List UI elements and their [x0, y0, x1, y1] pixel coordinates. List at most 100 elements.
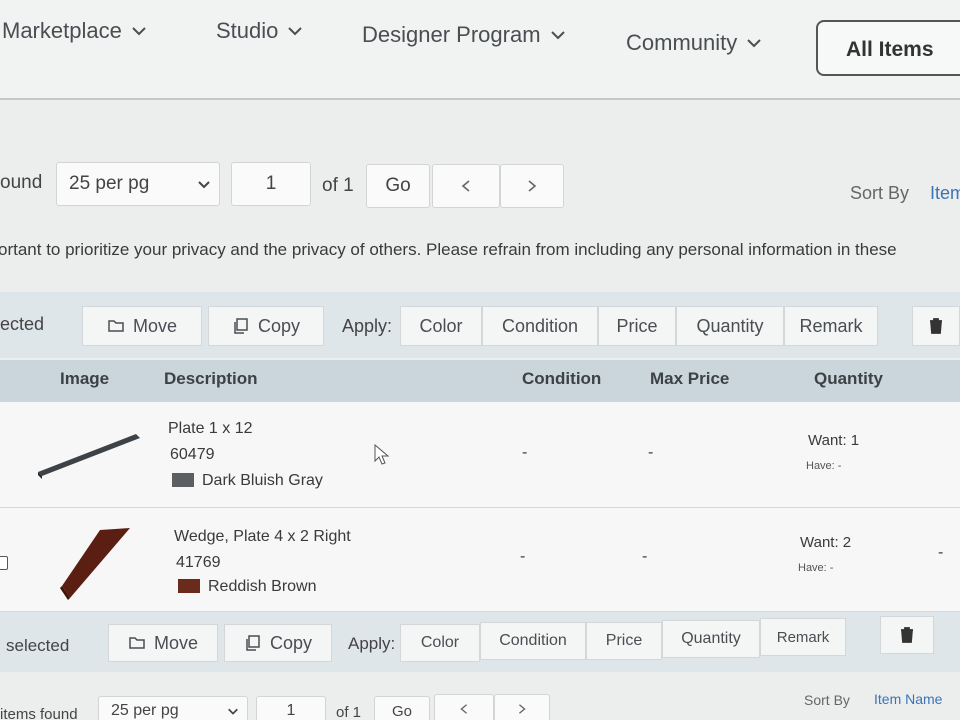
per-page-select[interactable]: 25 per pg	[98, 696, 248, 720]
go-label: Go	[391, 702, 412, 720]
go-label: Go	[385, 175, 411, 196]
copy-label: Copy	[269, 632, 313, 653]
apply-color-button[interactable]: Color	[400, 306, 482, 346]
prev-page-button[interactable]	[434, 694, 494, 720]
delete-button[interactable]	[880, 616, 934, 654]
apply-label: Apply:	[342, 316, 393, 336]
color-swatch	[178, 579, 200, 593]
apply-condition-label: Condition	[501, 315, 579, 336]
bottom-action-toolbar: selected Move Copy Apply: Color Conditio…	[0, 612, 960, 672]
nav-marketplace[interactable]: Marketplace	[2, 18, 148, 44]
apply-color-label: Color	[420, 634, 460, 651]
mouse-cursor-icon	[374, 444, 390, 465]
part-color: Dark Bluish Gray	[172, 472, 323, 490]
apply-remark-button[interactable]: Remark	[760, 618, 846, 656]
col-condition: Condition	[522, 369, 602, 388]
delete-button[interactable]	[912, 306, 960, 346]
part-name: Plate 1 x 12	[168, 420, 253, 437]
chevron-left-icon	[461, 180, 470, 192]
apply-price-label: Price	[616, 315, 658, 336]
page-number-value: 1	[265, 173, 277, 194]
privacy-notice: ortant to prioritize your privacy and th…	[0, 240, 897, 259]
nav-community[interactable]: Community	[626, 30, 763, 56]
move-button[interactable]: Move	[82, 306, 202, 346]
all-items-label: All Items	[846, 38, 934, 61]
go-button[interactable]: Go	[366, 164, 430, 208]
items-found-label: ound	[0, 172, 43, 193]
page-number-value: 1	[286, 702, 296, 719]
have-quantity: Have: -	[798, 562, 834, 574]
next-page-button[interactable]	[494, 694, 550, 720]
max-price-value: -	[648, 444, 654, 461]
selected-count-label: ected	[0, 314, 45, 334]
have-quantity: Have: -	[806, 460, 842, 472]
apply-quantity-label: Quantity	[696, 315, 764, 336]
copy-button[interactable]: Copy	[208, 306, 324, 346]
apply-color-button[interactable]: Color	[400, 624, 480, 662]
apply-price-button[interactable]: Price	[598, 306, 676, 346]
color-swatch	[172, 473, 194, 487]
trash-icon	[930, 318, 942, 334]
sort-by-value[interactable]: Item Name	[874, 691, 942, 707]
copy-button[interactable]: Copy	[224, 624, 332, 662]
col-description: Description	[164, 369, 258, 388]
move-button[interactable]: Move	[108, 624, 218, 662]
apply-quantity-label: Quantity	[681, 630, 741, 647]
next-page-button[interactable]	[500, 164, 564, 208]
page-number-input[interactable]: 1	[231, 162, 311, 206]
chevron-down-icon	[132, 27, 146, 36]
apply-quantity-button[interactable]: Quantity	[662, 620, 760, 658]
chevron-down-icon	[198, 181, 210, 189]
per-page-value: 25 per pg	[111, 702, 179, 719]
part-number-link[interactable]: 60479	[170, 446, 215, 464]
col-image: Image	[60, 369, 110, 388]
apply-price-button[interactable]: Price	[586, 622, 662, 660]
folder-icon	[108, 320, 124, 332]
want-quantity: Want: 2	[800, 534, 852, 551]
nav-studio[interactable]: Studio	[216, 18, 304, 44]
sort-by-label: Sort By	[804, 692, 850, 708]
go-button[interactable]: Go	[374, 696, 430, 720]
apply-quantity-button[interactable]: Quantity	[676, 306, 784, 346]
table-header: Image Description Condition Max Price Qu…	[0, 360, 960, 402]
part-number-link[interactable]: 41769	[176, 554, 221, 572]
chevron-down-icon	[550, 31, 565, 40]
apply-condition-label: Condition	[499, 632, 567, 649]
items-found-label: items found	[0, 706, 78, 720]
apply-condition-button[interactable]: Condition	[480, 622, 586, 660]
all-items-dropdown[interactable]: All Items	[816, 20, 960, 76]
apply-remark-label: Remark	[776, 628, 830, 646]
sort-by-value[interactable]: Item	[930, 183, 960, 204]
nav-designer-program[interactable]: Designer Program	[362, 22, 567, 48]
sort-by-label: Sort By	[850, 183, 910, 203]
chevron-down-icon	[747, 39, 761, 48]
move-label: Move	[132, 315, 177, 336]
trash-icon	[901, 627, 913, 643]
row-checkbox[interactable]	[0, 556, 8, 570]
apply-label: Apply:	[348, 634, 396, 653]
table-row[interactable]: Wedge, Plate 4 x 2 Right 41769 Reddish B…	[0, 508, 960, 612]
top-navigation: Marketplace Studio Designer Program Comm…	[0, 0, 960, 100]
max-price-value: -	[642, 548, 648, 565]
top-action-toolbar: ected Move Copy Apply: Color Condition P…	[0, 292, 960, 358]
move-label: Move	[153, 632, 198, 653]
chevron-right-icon	[528, 180, 537, 192]
chevron-down-icon	[288, 27, 303, 36]
apply-remark-button[interactable]: Remark	[784, 306, 878, 346]
per-page-select[interactable]: 25 per pg	[56, 162, 220, 206]
apply-color-label: Color	[419, 315, 463, 336]
col-quantity: Quantity	[814, 369, 883, 388]
table-row[interactable]: Plate 1 x 12 60479 Dark Bluish Gray - - …	[0, 402, 960, 508]
part-image	[60, 528, 130, 600]
part-image	[38, 434, 140, 479]
condition-value: -	[520, 548, 526, 565]
page-number-input[interactable]: 1	[256, 696, 326, 720]
apply-condition-button[interactable]: Condition	[482, 306, 598, 346]
apply-price-label: Price	[605, 632, 643, 649]
copy-icon	[234, 318, 248, 334]
prev-page-button[interactable]	[432, 164, 500, 208]
nav-community-label: Community	[626, 30, 738, 55]
nav-studio-label: Studio	[216, 18, 279, 43]
page-of-label: of 1	[336, 704, 362, 720]
apply-remark-label: Remark	[799, 315, 863, 336]
